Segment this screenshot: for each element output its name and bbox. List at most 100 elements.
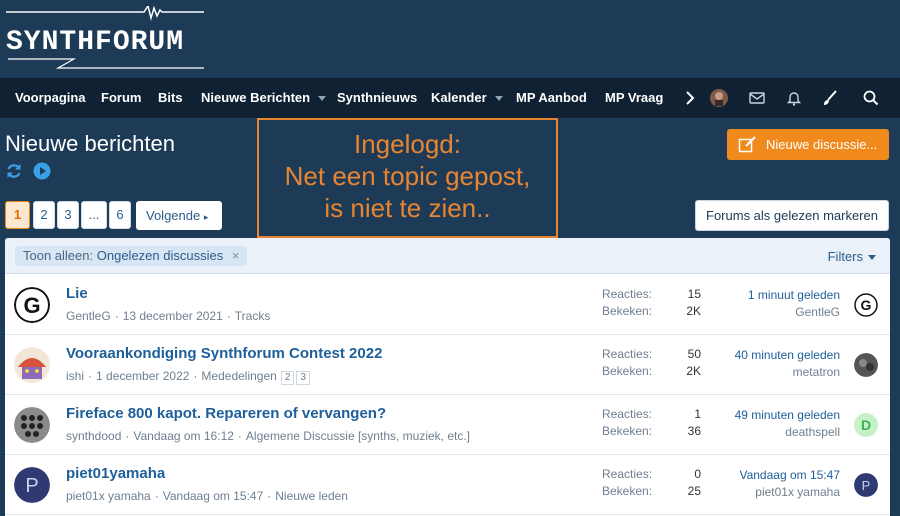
nav-voorpagina[interactable]: Voorpagina <box>15 90 86 105</box>
thread-forum[interactable]: Algemene Discussie [synths, muziek, etc.… <box>246 429 470 443</box>
filters-label: Filters <box>827 249 863 264</box>
new-thread-label: Nieuwe discussie... <box>766 137 878 152</box>
thread-forum[interactable]: Mededelingen <box>201 369 276 383</box>
views-label: Bekeken: <box>602 304 653 318</box>
replies-label: Reacties: <box>602 347 653 361</box>
thread-row[interactable]: P piet01yamaha piet01x yamaha · Vandaag om… <box>5 455 890 515</box>
thread-list-panel: Toon alleen: Ongelezen discussies × Filt… <box>5 238 890 516</box>
thread-meta: GentleG · 13 december 2021 · Tracks <box>66 309 271 323</box>
last-post-user[interactable]: GentleG <box>795 305 840 319</box>
thread-forum[interactable]: Nieuwe leden <box>275 489 348 503</box>
svg-text:G: G <box>23 293 40 318</box>
site-header: SYNTHFORUM <box>0 0 900 78</box>
nav-kalender-label: Kalender <box>431 90 487 105</box>
new-thread-button[interactable]: Nieuwe discussie... <box>727 129 889 160</box>
avatar[interactable] <box>14 407 50 443</box>
thread-meta: piet01x yamaha · Vandaag om 15:47 · Nieuwe l… <box>66 489 348 503</box>
thread-date[interactable]: 1 december 2022 <box>96 369 189 383</box>
filter-bar: Toon alleen: Ongelezen discussies × Filt… <box>5 238 890 274</box>
user-avatar[interactable] <box>709 88 729 108</box>
thread-date[interactable]: Vandaag om 16:12 <box>133 429 234 443</box>
last-post-time[interactable]: 1 minuut geleden <box>748 288 840 302</box>
thread-author[interactable]: GentleG <box>66 309 111 323</box>
next-page-label: Volgende <box>146 208 201 223</box>
filters-button[interactable]: Filters <box>828 249 876 264</box>
page-6[interactable]: 6 <box>109 201 131 229</box>
last-post-user[interactable]: deathspell <box>785 425 840 439</box>
avatar[interactable]: P <box>14 467 50 503</box>
last-post-time[interactable]: Vandaag om 15:47 <box>739 468 840 482</box>
page-1[interactable]: 1 <box>5 201 30 229</box>
main-nav: Voorpagina Forum Bits Nieuwe Berichten S… <box>0 78 900 118</box>
play-icon[interactable] <box>33 162 51 180</box>
thread-forum[interactable]: Tracks <box>235 309 271 323</box>
svg-text:P: P <box>25 475 38 497</box>
synthforum-logo[interactable]: SYNTHFORUM <box>4 6 208 72</box>
thread-page-link[interactable]: 3 <box>296 371 310 385</box>
nav-nieuwe-berichten[interactable]: Nieuwe Berichten <box>201 90 327 105</box>
thread-title[interactable]: Fireface 800 kapot. Repareren of vervang… <box>66 405 386 422</box>
thread-meta: synthdood · Vandaag om 16:12 · Algemene Disc… <box>66 429 471 443</box>
avatar[interactable]: G <box>14 287 50 323</box>
avatar[interactable] <box>14 347 50 383</box>
thread-title[interactable]: piet01yamaha <box>66 465 165 482</box>
chevron-down-icon[interactable] <box>494 96 503 102</box>
thread-page-link[interactable]: 2 <box>280 371 295 385</box>
nav-mp-aanbod[interactable]: MP Aanbod <box>516 90 587 105</box>
svg-text:G: G <box>861 297 872 313</box>
nav-bits[interactable]: Bits <box>158 90 183 105</box>
thread-author[interactable]: piet01x yamaha <box>66 489 151 503</box>
refresh-icon[interactable] <box>5 162 23 180</box>
chevron-right-icon: ▸ <box>203 212 209 222</box>
thread-meta: ishi · 1 december 2022 · Mededelingen 2 3 <box>66 369 310 385</box>
nav-mp-vraag[interactable]: MP Vraag <box>605 90 663 105</box>
views-count: 25 <box>687 484 701 498</box>
last-poster-avatar[interactable] <box>854 353 878 377</box>
thread-row[interactable]: Vooraankondiging Synthforum Contest 2022… <box>5 335 890 395</box>
last-poster-avatar[interactable]: P <box>854 473 878 497</box>
thread-date[interactable]: 13 december 2021 <box>123 309 223 323</box>
replies-count: 15 <box>687 287 701 301</box>
thread-row[interactable]: Fireface 800 kapot. Repareren of vervang… <box>5 395 890 455</box>
envelope-icon[interactable] <box>747 88 767 108</box>
thread-title[interactable]: Vooraankondiging Synthforum Contest 2022 <box>66 345 382 362</box>
chevron-down-icon <box>868 255 876 261</box>
brush-icon[interactable] <box>820 88 840 108</box>
nav-kalender[interactable]: Kalender <box>431 90 503 105</box>
bell-icon[interactable] <box>784 88 804 108</box>
last-poster-avatar[interactable]: D <box>854 413 878 437</box>
views-count: 36 <box>687 424 701 438</box>
last-poster-avatar[interactable]: G <box>854 293 878 317</box>
page-title: Nieuwe berichten <box>5 131 175 156</box>
last-post-user[interactable]: piet01x yamaha <box>755 485 840 499</box>
filter-chip[interactable]: Toon alleen: Ongelezen discussies × <box>15 246 248 266</box>
nav-nieuwe-berichten-label: Nieuwe Berichten <box>201 90 311 105</box>
chevron-down-icon[interactable] <box>318 96 327 102</box>
svg-text:D: D <box>861 417 871 433</box>
nav-synthnieuws[interactable]: Synthnieuws <box>337 90 417 105</box>
next-page-button[interactable]: Volgende ▸ <box>136 201 222 230</box>
remove-filter-icon[interactable]: × <box>232 248 240 263</box>
views-count: 2K <box>686 304 701 318</box>
replies-count: 1 <box>694 407 701 421</box>
replies-label: Reacties: <box>602 467 653 481</box>
last-post-user[interactable]: metatron <box>793 365 840 379</box>
replies-count: 0 <box>694 467 701 481</box>
replies-count: 50 <box>687 347 701 361</box>
thread-author[interactable]: synthdood <box>66 429 121 443</box>
search-icon[interactable] <box>861 88 881 108</box>
last-post-time[interactable]: 40 minuten geleden <box>735 348 840 362</box>
mark-forums-read-button[interactable]: Forums als gelezen markeren <box>695 200 889 231</box>
last-post-time[interactable]: 49 minuten geleden <box>735 408 840 422</box>
annotation-line: Net een topic gepost, <box>284 161 531 191</box>
page-2[interactable]: 2 <box>33 201 55 229</box>
thread-title[interactable]: Lie <box>66 285 88 302</box>
chevron-right-icon[interactable] <box>680 88 700 108</box>
thread-date[interactable]: Vandaag om 15:47 <box>163 489 264 503</box>
views-label: Bekeken: <box>602 484 653 498</box>
nav-forum[interactable]: Forum <box>101 90 141 105</box>
page-3[interactable]: 3 <box>57 201 79 229</box>
thread-row[interactable]: G Lie GentleG · 13 december 2021 · Tracks Re… <box>5 275 890 335</box>
page-ellipsis[interactable]: ... <box>81 201 107 229</box>
thread-author[interactable]: ishi <box>66 369 84 383</box>
